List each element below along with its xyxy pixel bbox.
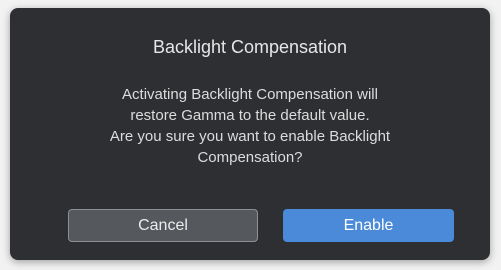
enable-button[interactable]: Enable bbox=[283, 209, 454, 242]
dialog-title: Backlight Compensation bbox=[152, 37, 348, 57]
confirmation-dialog: Backlight Compensation Activating Backli… bbox=[10, 8, 490, 260]
dialog-message: Activating Backlight Compensation will r… bbox=[40, 84, 460, 168]
message-line: Compensation? bbox=[197, 149, 303, 166]
message-line: Are you sure you want to enable Backligh… bbox=[109, 128, 391, 145]
message-line: Activating Backlight Compensation will bbox=[122, 86, 378, 103]
message-line: restore Gamma to the default value. bbox=[130, 107, 370, 124]
cancel-button[interactable]: Cancel bbox=[68, 209, 258, 242]
